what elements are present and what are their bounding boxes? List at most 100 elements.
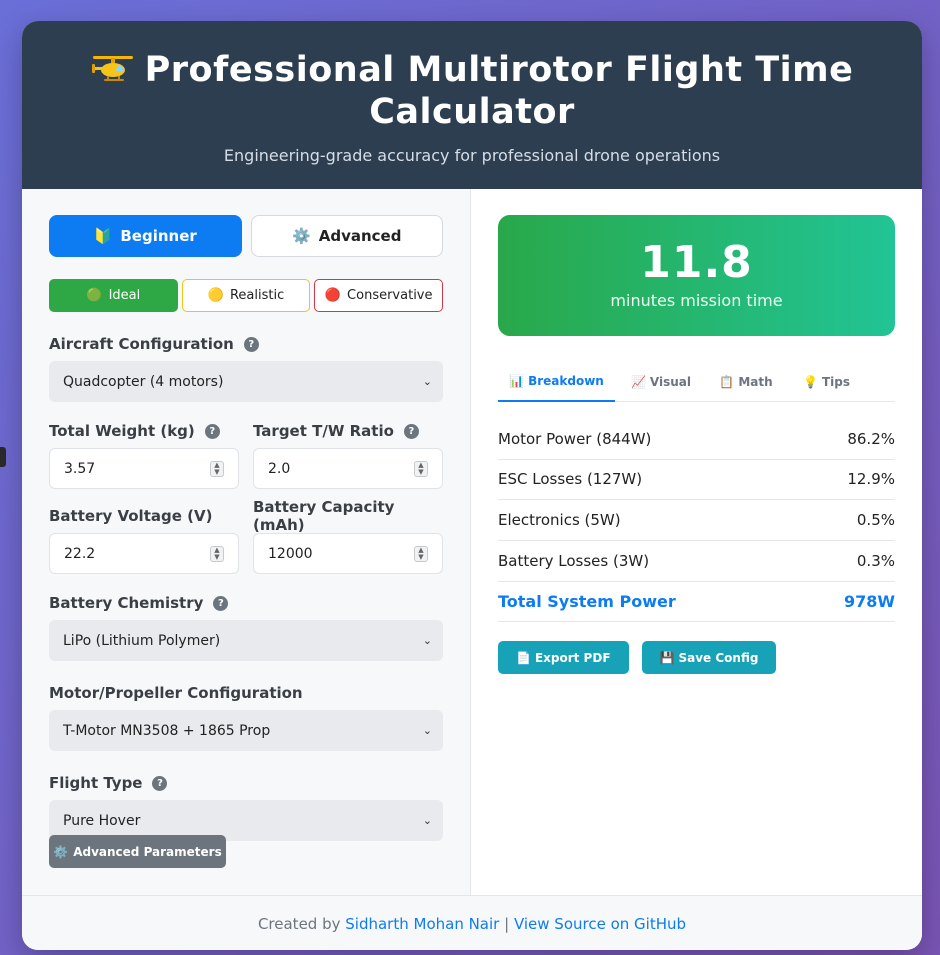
gear-icon: ⚙️ bbox=[53, 844, 69, 859]
help-icon[interactable]: ? bbox=[152, 775, 168, 791]
help-icon[interactable]: ? bbox=[213, 595, 229, 611]
total-weight-value: 3.57 bbox=[64, 460, 96, 477]
footer: Created by Sidharth Mohan Nair | View So… bbox=[22, 895, 922, 950]
total-system-power-label: Total System Power bbox=[498, 592, 676, 611]
results-tabs: 📊 Breakdown 📈 Visual 📋 Math 💡 Tips bbox=[498, 362, 895, 402]
total-system-power-value: 978W bbox=[843, 592, 895, 611]
help-icon[interactable]: ? bbox=[243, 336, 259, 352]
battery-chemistry-select[interactable]: LiPo (Lithium Polymer) ⌄ bbox=[49, 620, 443, 661]
tw-ratio-input[interactable]: 2.0 ▲ ▼ bbox=[253, 448, 443, 489]
tw-ratio-label: Target T/W Ratio ? bbox=[253, 421, 443, 441]
spinner-icon[interactable]: ▲ ▼ bbox=[414, 460, 428, 477]
battery-capacity-input[interactable]: 12000 ▲ ▼ bbox=[253, 533, 443, 574]
page-title-text: Professional Multirotor Flight Time Calc… bbox=[144, 50, 854, 132]
scenario-conservative-button[interactable]: 🔴 Conservative bbox=[314, 279, 444, 312]
power-breakdown: Motor Power (844W) 86.2% ESC Losses (127… bbox=[498, 419, 895, 622]
battery-capacity-value: 12000 bbox=[268, 545, 313, 562]
save-config-button[interactable]: 💾 Save Config bbox=[641, 641, 777, 674]
help-icon[interactable]: ? bbox=[403, 423, 419, 439]
tab-tips[interactable]: 💡 Tips bbox=[785, 362, 868, 402]
motor-prop-select[interactable]: T-Motor MN3508 + 1865 Prop ⌄ bbox=[49, 710, 443, 751]
page-title: Professional Multirotor Flight Time Calc… bbox=[22, 49, 922, 133]
tab-tips-label: Tips bbox=[821, 375, 850, 389]
battery-capacity-label: Battery Capacity (mAh) bbox=[253, 498, 443, 534]
tab-breakdown-label: Breakdown bbox=[528, 374, 604, 388]
motor-prop-label: Motor/Propeller Configuration bbox=[49, 683, 443, 703]
breakdown-row-battery: Battery Losses (3W) 0.3% bbox=[498, 541, 895, 582]
battery-chemistry-label-text: Battery Chemistry bbox=[49, 594, 204, 612]
flight-time-caption: minutes mission time bbox=[610, 291, 783, 310]
scenario-realistic-button[interactable]: 🟡 Realistic bbox=[181, 279, 311, 312]
chevron-down-icon: ⌄ bbox=[422, 634, 432, 647]
total-weight-label-text: Total Weight (kg) bbox=[49, 422, 195, 440]
tab-visual[interactable]: 📈 Visual bbox=[615, 362, 707, 402]
github-source-link[interactable]: View Source on GitHub bbox=[514, 915, 686, 933]
tw-ratio-label-text: Target T/W Ratio bbox=[253, 422, 394, 440]
scenario-conservative-label: Conservative bbox=[347, 288, 433, 303]
footer-prefix: Created by bbox=[257, 915, 346, 933]
spinner-icon[interactable]: ▲ ▼ bbox=[210, 460, 224, 477]
green-circle-icon: 🟢 bbox=[86, 288, 103, 303]
motor-prop-value: T-Motor MN3508 + 1865 Prop bbox=[63, 722, 271, 739]
advanced-mode-button[interactable]: ⚙️ Advanced bbox=[250, 215, 443, 257]
spinner-icon[interactable]: ▲ ▼ bbox=[210, 545, 224, 562]
battery-voltage-label-text: Battery Voltage (V) bbox=[49, 507, 213, 525]
helicopter-icon bbox=[91, 56, 133, 81]
tw-ratio-value: 2.0 bbox=[268, 460, 291, 477]
tab-visual-label: Visual bbox=[649, 375, 692, 389]
author-link[interactable]: Sidharth Mohan Nair bbox=[345, 915, 499, 933]
aircraft-config-select[interactable]: Quadcopter (4 motors) ⌄ bbox=[49, 361, 443, 402]
beginner-mode-button[interactable]: 🔰 Beginner bbox=[49, 215, 242, 257]
calculator-card: Professional Multirotor Flight Time Calc… bbox=[22, 21, 922, 950]
bar-chart-icon: 📊 bbox=[509, 374, 525, 388]
save-config-label: Save Config bbox=[678, 650, 759, 665]
document-icon: 📄 bbox=[516, 650, 531, 665]
lightbulb-icon: 💡 bbox=[803, 375, 818, 389]
flight-time-result: 11.8 minutes mission time bbox=[498, 215, 895, 336]
total-weight-label: Total Weight (kg) ? bbox=[49, 421, 239, 441]
chevron-down-icon: ⌄ bbox=[422, 814, 432, 827]
breakdown-label: Motor Power (844W) bbox=[498, 429, 652, 448]
scenario-ideal-button[interactable]: 🟢 Ideal bbox=[49, 279, 178, 312]
help-icon[interactable]: ? bbox=[204, 423, 220, 439]
action-buttons: 📄 Export PDF 💾 Save Config bbox=[498, 641, 895, 674]
aircraft-config-label: Aircraft Configuration ? bbox=[49, 334, 443, 354]
advanced-parameters-label: Advanced Parameters bbox=[73, 844, 222, 859]
chevron-down-icon: ⌄ bbox=[422, 724, 432, 737]
export-pdf-button[interactable]: 📄 Export PDF bbox=[498, 641, 629, 674]
flight-time-value: 11.8 bbox=[640, 237, 753, 288]
yellow-circle-icon: 🟡 bbox=[207, 288, 224, 303]
breakdown-label: Electronics (5W) bbox=[498, 510, 621, 529]
tab-breakdown[interactable]: 📊 Breakdown bbox=[498, 362, 615, 402]
window-edge-handle bbox=[0, 447, 6, 467]
page-subtitle: Engineering-grade accuracy for professio… bbox=[223, 146, 721, 165]
flight-type-value: Pure Hover bbox=[63, 812, 141, 829]
scenario-realistic-label: Realistic bbox=[229, 288, 285, 303]
results-panel: 11.8 minutes mission time 📊 Breakdown 📈 … bbox=[471, 189, 922, 895]
breakdown-value: 0.3% bbox=[856, 551, 895, 570]
advanced-label: Advanced bbox=[318, 227, 402, 245]
breakdown-row-motor: Motor Power (844W) 86.2% bbox=[498, 419, 895, 460]
battery-voltage-value: 22.2 bbox=[64, 545, 96, 562]
breakdown-row-esc: ESC Losses (127W) 12.9% bbox=[498, 460, 895, 500]
battery-voltage-label: Battery Voltage (V) bbox=[49, 506, 239, 526]
gear-icon: ⚙️ bbox=[292, 227, 311, 245]
total-weight-input[interactable]: 3.57 ▲ ▼ bbox=[49, 448, 239, 489]
advanced-parameters-button[interactable]: ⚙️ Advanced Parameters bbox=[49, 835, 226, 868]
beginner-label: Beginner bbox=[120, 227, 197, 245]
tab-math[interactable]: 📋 Math bbox=[707, 362, 785, 402]
floppy-disk-icon: 💾 bbox=[659, 650, 675, 665]
battery-voltage-input[interactable]: 22.2 ▲ ▼ bbox=[49, 533, 239, 574]
chevron-down-icon: ⌄ bbox=[422, 375, 432, 388]
aircraft-config-label-text: Aircraft Configuration bbox=[49, 335, 234, 353]
breakdown-row-electronics: Electronics (5W) 0.5% bbox=[498, 500, 895, 541]
footer-separator: | bbox=[499, 915, 514, 933]
motor-prop-label-text: Motor/Propeller Configuration bbox=[49, 684, 303, 702]
battery-capacity-label-text: Battery Capacity (mAh) bbox=[253, 498, 395, 534]
input-panel: 🔰 Beginner ⚙️ Advanced 🟢 Ideal 🟡 Realist… bbox=[22, 189, 471, 895]
breakdown-label: Battery Losses (3W) bbox=[498, 551, 650, 570]
flight-type-label-text: Flight Type bbox=[49, 774, 143, 792]
breakdown-label: ESC Losses (127W) bbox=[498, 470, 643, 489]
total-system-power-row: Total System Power 978W bbox=[498, 581, 895, 622]
spinner-icon[interactable]: ▲ ▼ bbox=[414, 545, 428, 562]
